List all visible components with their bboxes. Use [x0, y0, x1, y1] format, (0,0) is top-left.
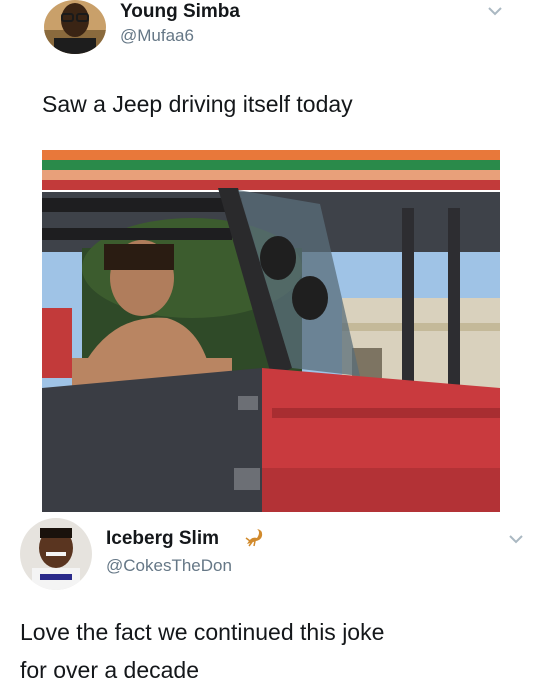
scorpion-icon: [243, 526, 267, 548]
display-name[interactable]: Young Simba: [120, 1, 240, 23]
user-handle[interactable]: @CokesTheDon: [106, 556, 232, 576]
display-name[interactable]: Iceberg Slim: [106, 528, 219, 550]
avatar-photo-icon: [44, 0, 106, 54]
chevron-down-icon[interactable]: [505, 528, 527, 550]
avatar-iceberg-slim[interactable]: [20, 518, 92, 590]
tweet-text-line-2: for over a decade: [20, 657, 200, 683]
user-handle[interactable]: @Mufaa6: [120, 26, 194, 46]
chevron-down-icon[interactable]: [484, 0, 506, 22]
tweet-photo[interactable]: [42, 148, 500, 512]
avatar-young-simba[interactable]: [44, 0, 106, 54]
avatar-photo-icon: [20, 518, 92, 590]
tweet-text: Saw a Jeep driving itself today: [42, 91, 353, 117]
jeep-photo-image: [42, 148, 500, 512]
tweet-text-line-1: Love the fact we continued this joke: [20, 619, 385, 645]
